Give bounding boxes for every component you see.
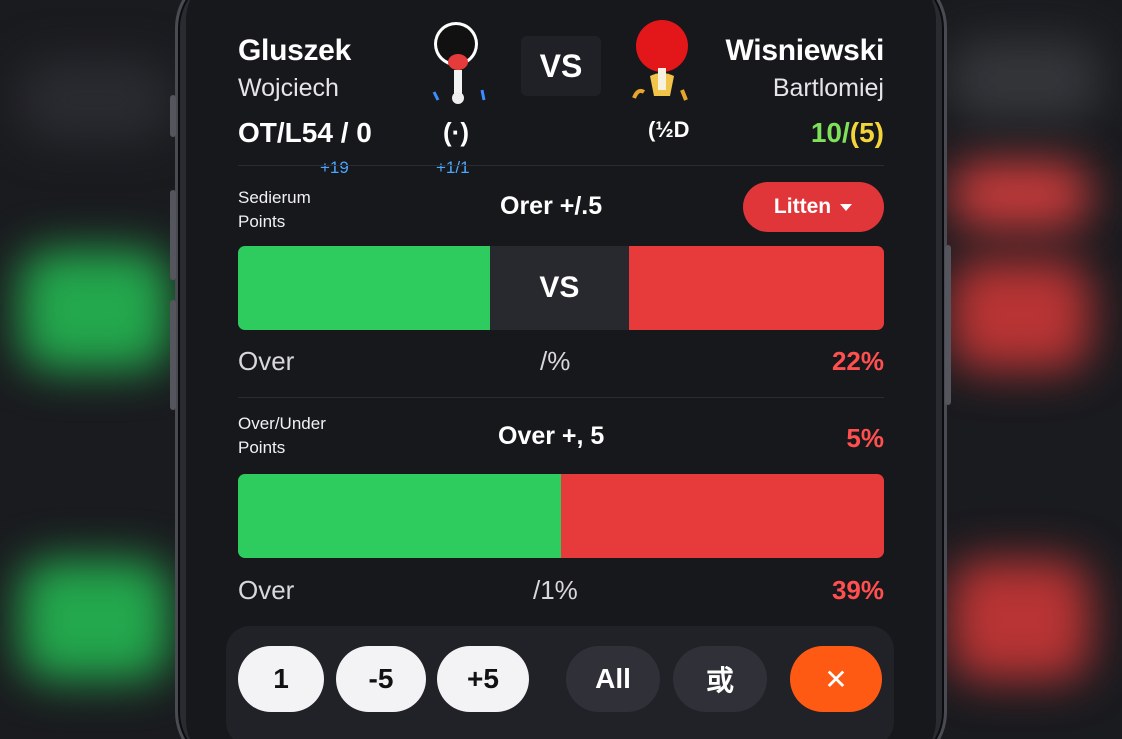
market-one-label-line2: Points — [238, 212, 286, 231]
market-two-over-pct: /1% — [533, 575, 578, 605]
market-one-over-pct: /% — [540, 346, 571, 376]
divider — [238, 165, 884, 166]
versus-label: VS — [521, 36, 601, 96]
minus-5-button[interactable]: -5 — [336, 646, 426, 712]
market-two-bar-under[interactable] — [561, 474, 884, 558]
market-two-over-label: Over — [238, 575, 295, 605]
player-one-avatar-score: (·) — [443, 117, 469, 147]
player-two-avatar-icon — [630, 20, 700, 110]
market-one-bar-over[interactable] — [238, 246, 490, 330]
bottom-controls: 1 -5 +5 All 或 ✕ — [226, 626, 894, 739]
market-two-label-line2: Points — [238, 438, 286, 457]
market-two-label-line1: Over/Under — [238, 414, 326, 433]
bg-red-blob — [950, 560, 1090, 680]
market-two-bar-over[interactable] — [238, 474, 561, 558]
market-one-bar-center: VS — [489, 246, 629, 330]
filter-dropdown-button[interactable]: Litten — [743, 182, 884, 232]
market-one-over-label: Over — [238, 346, 295, 376]
player-two[interactable]: Wisniewski Bartlomiej — [725, 0, 885, 105]
market-two-title: Over +, 5 — [498, 422, 605, 450]
value-1-button[interactable]: 1 — [238, 646, 324, 712]
phone-power-button — [945, 245, 951, 405]
player-two-avatar-score: (½D — [648, 117, 690, 142]
market-two-bar[interactable] — [238, 474, 884, 558]
bg-red-blob — [950, 260, 1090, 370]
phone-screen: Gluszek Wojciech OT/L54 / 0 +19 (·) +1/1… — [186, 0, 936, 739]
filter-label: Litten — [773, 195, 832, 218]
market-one-label-line1: Sedierum — [238, 188, 311, 207]
plus-5-button[interactable]: +5 — [437, 646, 529, 712]
close-button[interactable]: ✕ — [790, 646, 882, 712]
player-one-last-name: Gluszek — [238, 34, 351, 67]
bg-green-blob — [20, 250, 170, 370]
market-one-bar[interactable]: VS — [238, 246, 884, 330]
player-one-avatar-icon — [428, 20, 498, 110]
player-two-score-prefix: 10/ — [810, 117, 850, 148]
player-two-score-suffix: (5) — [849, 117, 884, 148]
bg-dark-blob — [20, 60, 170, 140]
close-icon: ✕ — [824, 663, 848, 695]
market-one-bar-under[interactable] — [628, 246, 884, 330]
phone-volume-button — [170, 190, 176, 280]
player-one-first-name: Wojciech — [238, 74, 339, 102]
player-one-score: OT/L54 / 0 — [238, 117, 372, 148]
bg-dark-blob — [950, 40, 1100, 120]
all-button[interactable]: All — [566, 646, 660, 712]
phone-volume-button — [170, 300, 176, 410]
phone-side-button — [170, 95, 176, 137]
market-one-title: Orer +/.5 — [500, 192, 603, 220]
player-two-last-name: Wisniewski — [725, 34, 885, 67]
bg-green-blob — [20, 560, 170, 680]
market-one-label: Sedierum Points — [238, 186, 311, 234]
player-one-delta: +19 — [320, 158, 349, 177]
player-one-avatar-delta: +1/1 — [436, 158, 470, 177]
symbol-button[interactable]: 或 — [673, 646, 767, 712]
market-two-top-pct: 5% — [846, 423, 884, 453]
chevron-down-icon — [839, 195, 853, 219]
player-two-first-name: Bartlomiej — [772, 74, 884, 102]
player-one[interactable]: Gluszek Wojciech — [238, 0, 351, 105]
market-two-label: Over/Under Points — [238, 412, 326, 460]
bg-red-blob — [950, 160, 1090, 230]
player-two-score: 10/(5) — [811, 117, 884, 149]
market-one-under-pct: 22% — [831, 346, 884, 376]
market-two-under-pct: 39% — [831, 575, 884, 605]
divider — [238, 397, 884, 398]
